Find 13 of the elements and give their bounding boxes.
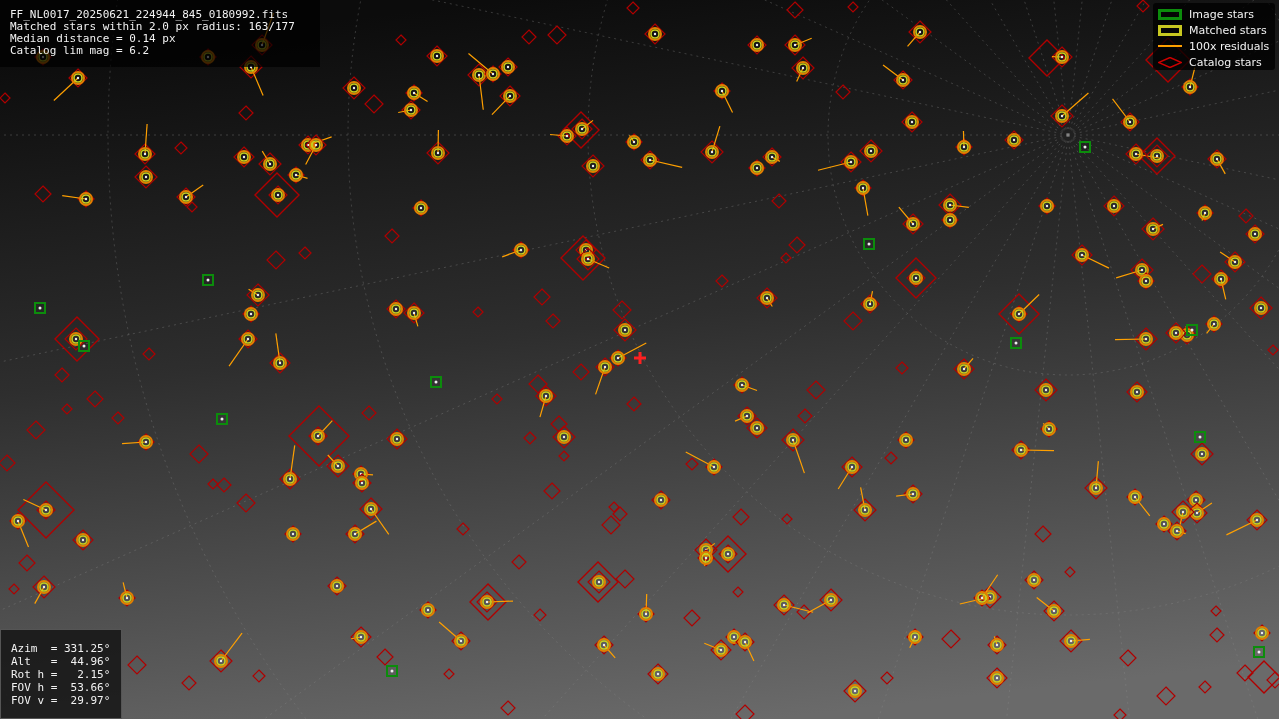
pointing-text: Azim = 331.25° — [11, 643, 112, 655]
legend-label: Matched stars — [1189, 23, 1267, 37]
legend-label: Image stars — [1189, 7, 1254, 21]
pointing-text: Rot h = 2.15° — [11, 669, 112, 681]
pointing-text: Alt = 44.96° — [11, 656, 112, 668]
legend-label: Catalog stars — [1189, 56, 1262, 70]
info-text: Matched stars within 2.0 px radius: 163/177 — [10, 21, 296, 33]
pointing-text: FOV h = 53.66° — [11, 682, 112, 694]
legend-label: 100x residuals — [1189, 40, 1270, 54]
info-text: Catalog lim mag = 6.2 — [10, 45, 151, 57]
info-text: FF_NL0017_20250621_224944_845_0180992.fits — [10, 9, 290, 21]
pointing-text: FOV v = 29.97° — [11, 695, 112, 707]
info-text: Median distance = 0.14 px — [10, 33, 177, 45]
